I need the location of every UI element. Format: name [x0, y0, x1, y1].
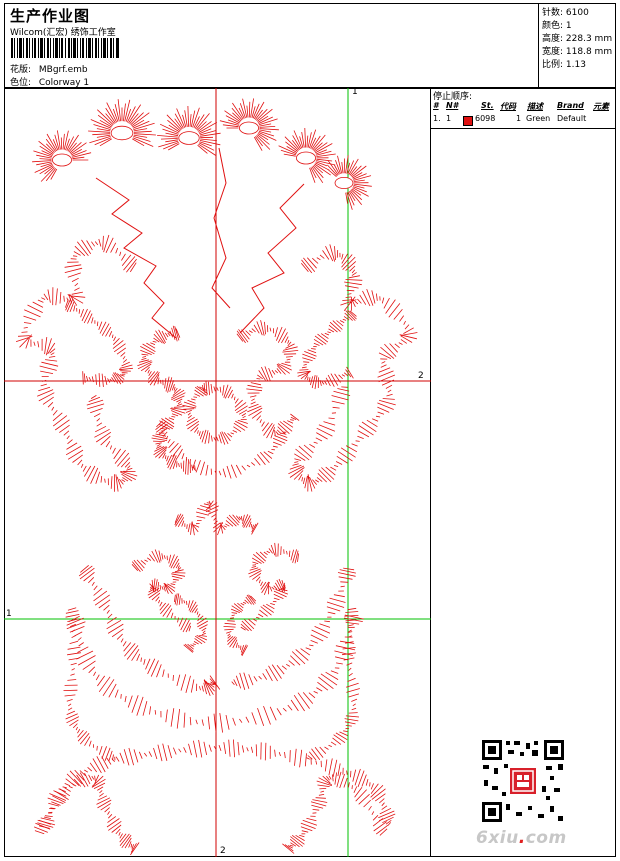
- feather-burst-1-petal: [52, 153, 73, 167]
- panel-divider: [430, 128, 616, 129]
- col-st: St.: [481, 101, 494, 110]
- design-value: MBgrf.emb: [38, 65, 88, 75]
- table-row: 1. 1 6098 1 Green Default: [433, 114, 613, 127]
- stat-colors: 颜色: 1: [542, 21, 572, 31]
- col-elem: 元素: [593, 102, 609, 111]
- row-num: 1.: [433, 114, 441, 123]
- stop-sequence-table: # N# St. 代码 描述 Brand 元素 1. 1 6098 1 Gree…: [433, 101, 613, 127]
- header-info: 生产作业图 Wilcom(汇宏) 绣饰工作室 花版: MBgrf.emb 色位:…: [4, 3, 539, 88]
- stat-scale: 比例: 1.13: [542, 60, 586, 70]
- stats-panel: 针数: 6100 颜色: 1 高度: 228.3 mm 宽度: 118.8 mm…: [538, 3, 616, 88]
- company-name: Wilcom(汇宏) 绣饰工作室: [10, 28, 116, 38]
- scroll-left-inner: [65, 298, 133, 387]
- base-leg-right: [282, 771, 389, 854]
- row-code: 1: [516, 114, 522, 123]
- row-brand: Default: [557, 114, 587, 123]
- stat-stitches: 针数: 6100: [542, 8, 589, 18]
- row-n: 1: [446, 114, 452, 123]
- axis-label-right: 2: [418, 371, 424, 381]
- axis-label-top: 1: [352, 87, 358, 97]
- col-num: #: [433, 101, 439, 110]
- qr-code-image: [480, 738, 566, 824]
- row-st: 6098: [475, 114, 496, 123]
- lotus-inner-right: [223, 594, 257, 657]
- lotus-curl-left: [131, 549, 191, 633]
- colorway-row: 色位: Colorway 1: [10, 75, 89, 88]
- lotus-leaf-left: [78, 564, 221, 696]
- col-n: N#: [446, 101, 459, 110]
- scroll-center-left: [137, 325, 196, 475]
- base-leg-left: [33, 772, 140, 856]
- color-swatch: [463, 116, 473, 126]
- barcode-image: [11, 38, 119, 58]
- feather-burst-3-petal: [178, 131, 200, 145]
- scroll-left-outer: [15, 234, 138, 492]
- feather-burst-5-petal: [295, 151, 316, 165]
- design-label: 花版:: [10, 65, 32, 75]
- base-side-left: [63, 607, 116, 762]
- col-desc: 描述: [527, 102, 543, 111]
- feather-burst-2-petal: [110, 125, 134, 141]
- satin-stitch-shapes: [15, 98, 418, 856]
- site-watermark: 6xiu.com: [476, 828, 567, 848]
- feather-burst-4-petal: [238, 121, 259, 135]
- table-header: # N# St. 代码 描述 Brand 元素: [433, 101, 613, 114]
- feather-burst-3: [157, 105, 221, 156]
- lotus-inner-left: [174, 593, 209, 653]
- col-code: 代码: [500, 102, 516, 111]
- colorway-value: Colorway 1: [38, 78, 90, 88]
- axis-label-bottom: 2: [220, 846, 226, 856]
- row-desc: Green: [526, 114, 551, 123]
- lotus-curl-right: [240, 542, 299, 632]
- design-canvas: 1 2 1 2: [4, 87, 431, 857]
- col-brand: Brand: [557, 101, 584, 110]
- stat-height: 高度: 228.3 mm: [542, 34, 613, 44]
- scroll-right-outer: [288, 244, 418, 492]
- scroll-center-ring: [182, 381, 248, 445]
- page-title: 生产作业图: [10, 7, 91, 25]
- feather-burst-6-petal: [334, 177, 354, 190]
- axis-label-left: 1: [6, 609, 12, 619]
- colorway-label: 色位:: [10, 78, 32, 88]
- stitch-connectors: [95, 147, 305, 339]
- scroll-center-right: [236, 320, 300, 439]
- base-arc-top: [66, 614, 364, 733]
- embroidery-design: [4, 88, 431, 857]
- design-row: 花版: MBgrf.emb: [10, 62, 88, 75]
- stat-width: 宽度: 118.8 mm: [542, 47, 613, 57]
